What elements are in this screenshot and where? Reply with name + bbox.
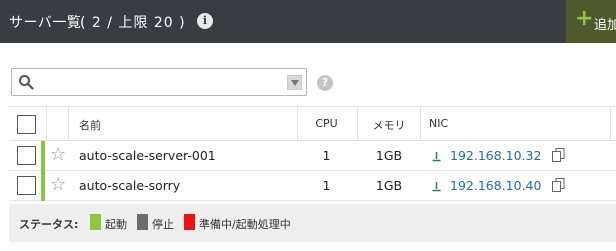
column-header-name[interactable]: 名前: [79, 117, 101, 133]
column-divider: [610, 107, 611, 140]
question-circle-icon[interactable]: ?: [317, 75, 333, 91]
legend-label-stopped: 停止: [152, 218, 174, 231]
status-indicator: [41, 141, 45, 171]
page-title: サーバ一覧: [9, 15, 82, 31]
column-header-memory[interactable]: メモリ: [358, 117, 420, 133]
dropdown-arrow-icon[interactable]: [287, 75, 302, 90]
server-count: ( 2 / 上限 20 ): [80, 15, 186, 31]
info-circle-icon[interactable]: i: [197, 13, 213, 29]
server-name[interactable]: auto-scale-server-001: [79, 148, 216, 163]
table-row[interactable]: ☆ auto-scale-sorry 1 1GB 192.168.10.40: [9, 171, 616, 201]
server-cpu: 1: [322, 178, 331, 193]
legend-title: ステータス:: [19, 218, 79, 231]
search-input[interactable]: [11, 68, 307, 96]
legend-swatch-stopped: [137, 214, 148, 230]
table-row[interactable]: ☆ auto-scale-server-001 1 1GB 192.168.10…: [9, 141, 616, 171]
plus-icon: +: [575, 6, 594, 31]
legend-swatch-running: [90, 214, 101, 230]
column-divider: [46, 107, 47, 140]
network-icon: [432, 182, 441, 192]
star-icon[interactable]: ☆: [50, 145, 66, 165]
legend-label-preparing: 準備中/起動処理中: [199, 218, 291, 231]
page-header: サーバ一覧 ( 2 / 上限 20 ) i + 追加: [0, 0, 616, 43]
select-all-checkbox[interactable]: [17, 115, 36, 134]
legend-label-running: 起動: [105, 218, 127, 231]
copy-icon[interactable]: [552, 178, 565, 192]
column-header-nic[interactable]: NIC: [429, 117, 448, 130]
table-header-row: 名前 CPU メモリ NIC: [9, 106, 616, 141]
column-divider: [420, 107, 421, 140]
row-checkbox[interactable]: [17, 176, 36, 195]
server-ip-link[interactable]: 192.168.10.40: [450, 178, 541, 193]
row-checkbox[interactable]: [17, 146, 36, 165]
legend-swatch-preparing: [184, 214, 195, 230]
status-legend: ステータス: 起動 停止 準備中/起動処理中: [9, 204, 616, 242]
server-ip-link[interactable]: 192.168.10.32: [450, 148, 541, 163]
star-icon[interactable]: ☆: [50, 175, 66, 195]
search-icon: [19, 75, 34, 90]
status-indicator: [41, 171, 45, 201]
server-table: 名前 CPU メモリ NIC ☆ auto-scale-server-001 1…: [9, 106, 616, 201]
add-server-button[interactable]: + 追加: [566, 0, 616, 43]
column-header-cpu[interactable]: CPU: [297, 117, 356, 130]
server-cpu: 1: [322, 148, 331, 163]
add-button-label: 追加: [594, 18, 616, 33]
server-name[interactable]: auto-scale-sorry: [79, 178, 180, 193]
server-memory: 1GB: [375, 148, 403, 163]
server-memory: 1GB: [375, 178, 403, 193]
column-divider: [68, 107, 69, 140]
copy-icon[interactable]: [552, 148, 565, 162]
network-icon: [432, 152, 441, 162]
